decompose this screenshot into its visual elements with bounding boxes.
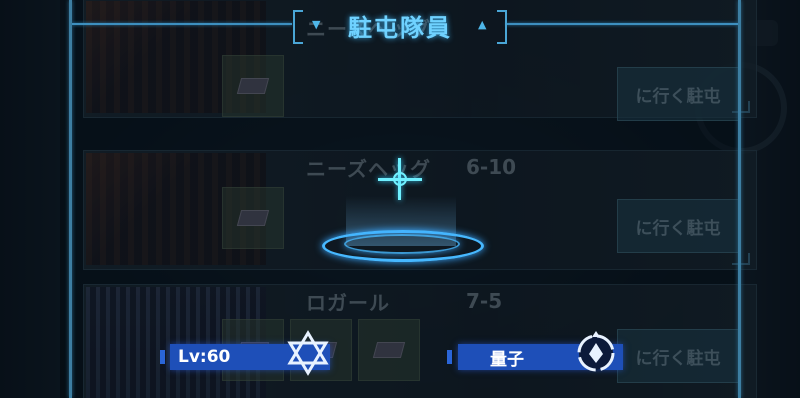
item-slot[interactable]: [222, 187, 284, 249]
go-garrison-button[interactable]: に行く駐屯: [617, 329, 739, 383]
item-slot[interactable]: [222, 55, 284, 117]
hexagram-icon: [287, 330, 329, 376]
title-bracket-right: [497, 10, 507, 44]
page-title: 駐屯隊員: [348, 14, 452, 42]
badge-dots-left: [160, 350, 165, 364]
title-bar: ▼ 駐屯隊員 ▲: [0, 0, 800, 48]
background-left: [0, 0, 60, 398]
quantum-icon: [577, 331, 615, 372]
chip-icon: [236, 210, 270, 226]
go-garrison-button[interactable]: に行く駐屯: [617, 199, 739, 253]
chip-icon: [236, 78, 270, 94]
title-bracket-left: [293, 10, 303, 44]
chip-icon: [372, 342, 406, 358]
go-garrison-button[interactable]: に行く駐屯: [617, 67, 739, 121]
hologram-pedestal[interactable]: [322, 158, 484, 268]
hologram-ring-inner: [344, 234, 460, 254]
triangle-up-icon: ▲: [478, 18, 487, 31]
triangle-down-icon: ▼: [312, 18, 321, 31]
card-corner: [732, 253, 750, 265]
panel-border-left: [69, 0, 72, 398]
game-screen: ニーズヘッグ に行く駐屯 ニーズヘッグ 6-10 に行く駐屯 ロガール 7-5 …: [0, 0, 800, 398]
badge-dots-right: [447, 350, 452, 364]
title-rule-right: [506, 23, 738, 25]
item-slot[interactable]: [358, 319, 420, 381]
card-stage: 7-5: [466, 289, 503, 313]
card-name: ロガール: [306, 291, 390, 315]
garrison-card: ロガール 7-5 に行く駐屯: [83, 284, 757, 398]
crosshair-center: [393, 172, 407, 186]
title-rule-left: [72, 23, 292, 25]
card-corner: [732, 101, 750, 113]
panel-border-right: [738, 0, 741, 398]
